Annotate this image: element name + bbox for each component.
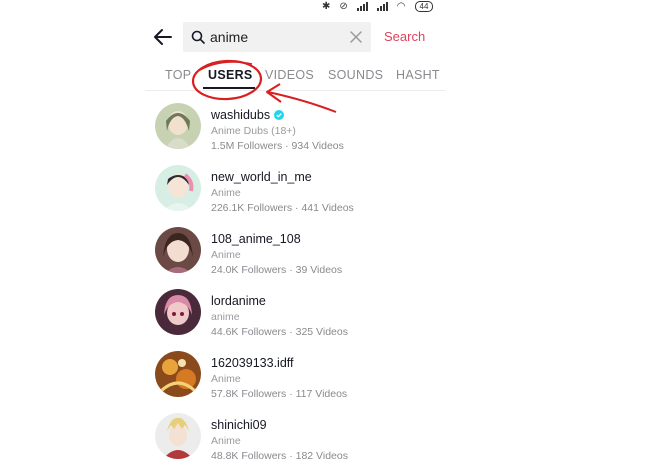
user-stats: 44.6K Followers · 325 Videos bbox=[211, 326, 348, 338]
tab-hashtags[interactable]: HASHT bbox=[396, 68, 440, 82]
mute-icon: ⊘ bbox=[339, 1, 348, 12]
tab-bar: TOP USERS VIDEOS SOUNDS HASHT bbox=[145, 66, 445, 91]
status-bar: ✱ ⊘ ◠ 44 bbox=[0, 0, 650, 14]
clear-icon[interactable] bbox=[349, 30, 363, 44]
battery-indicator: 44 bbox=[414, 1, 434, 12]
list-item[interactable]: shinichi09 Anime 48.8K Followers · 182 V… bbox=[155, 410, 455, 468]
search-query: anime bbox=[210, 29, 249, 45]
tab-users[interactable]: USERS bbox=[208, 68, 253, 82]
search-button[interactable]: Search bbox=[384, 29, 425, 44]
list-item[interactable]: 108_anime_108 Anime 24.0K Followers · 39… bbox=[155, 224, 455, 282]
avatar bbox=[155, 351, 201, 397]
list-item[interactable]: lordanime anime 44.6K Followers · 325 Vi… bbox=[155, 286, 455, 344]
wifi-icon: ◠ bbox=[396, 1, 406, 12]
user-bio: Anime bbox=[211, 249, 241, 261]
username: washidubs bbox=[211, 108, 285, 122]
username: lordanime bbox=[211, 294, 266, 308]
avatar bbox=[155, 165, 201, 211]
user-stats: 57.8K Followers · 117 Videos bbox=[211, 388, 348, 400]
tab-top[interactable]: TOP bbox=[165, 68, 191, 82]
tab-videos[interactable]: VIDEOS bbox=[265, 68, 314, 82]
active-tab-indicator bbox=[203, 87, 255, 89]
user-bio: Anime bbox=[211, 435, 241, 447]
status-icons: ✱ ⊘ ◠ 44 bbox=[322, 1, 434, 12]
avatar bbox=[155, 227, 201, 273]
username: 108_anime_108 bbox=[211, 232, 301, 246]
username: 162039133.idff bbox=[211, 356, 294, 370]
avatar bbox=[155, 289, 201, 335]
search-input[interactable]: anime bbox=[183, 22, 371, 52]
signal-icon bbox=[356, 2, 368, 11]
user-stats: 24.0K Followers · 39 Videos bbox=[211, 264, 343, 276]
back-arrow-icon[interactable] bbox=[153, 27, 173, 47]
user-bio: anime bbox=[211, 311, 240, 323]
bluetooth-icon: ✱ bbox=[322, 1, 331, 12]
avatar bbox=[155, 413, 201, 459]
username: new_world_in_me bbox=[211, 170, 312, 184]
user-bio: Anime Dubs (18+) bbox=[211, 125, 296, 137]
user-stats: 48.8K Followers · 182 Videos bbox=[211, 450, 348, 462]
user-stats: 226.1K Followers · 441 Videos bbox=[211, 202, 354, 214]
signal-icon bbox=[376, 2, 388, 11]
list-item[interactable]: 162039133.idff Anime 57.8K Followers · 1… bbox=[155, 348, 455, 406]
verified-badge-icon bbox=[274, 110, 285, 120]
user-bio: Anime bbox=[211, 187, 241, 199]
user-stats: 1.5M Followers · 934 Videos bbox=[211, 140, 344, 152]
tab-sounds[interactable]: SOUNDS bbox=[328, 68, 383, 82]
avatar bbox=[155, 103, 201, 149]
search-row: anime Search bbox=[145, 22, 445, 52]
username: shinichi09 bbox=[211, 418, 267, 432]
list-item[interactable]: washidubs Anime Dubs (18+) 1.5M Follower… bbox=[155, 100, 455, 158]
search-icon bbox=[191, 30, 205, 44]
list-item[interactable]: new_world_in_me Anime 226.1K Followers ·… bbox=[155, 162, 455, 220]
user-bio: Anime bbox=[211, 373, 241, 385]
